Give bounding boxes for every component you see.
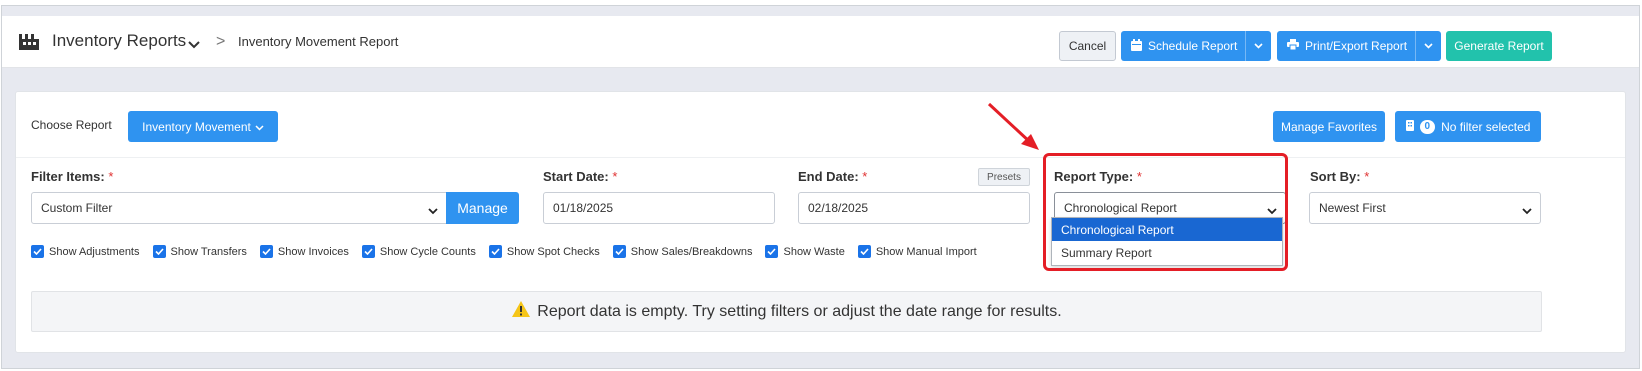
show-options: Show Adjustments Show Transfers Show Inv… bbox=[31, 245, 990, 258]
show-spot-checks-checkbox[interactable]: Show Spot Checks bbox=[488, 245, 600, 258]
schedule-dropdown-toggle[interactable] bbox=[1245, 31, 1271, 61]
manage-filter-button[interactable]: Manage bbox=[446, 192, 519, 224]
show-sales-breakdowns-checkbox[interactable]: Show Sales/Breakdowns bbox=[612, 245, 752, 258]
chevron-down-icon bbox=[1522, 204, 1532, 218]
show-adjustments-checkbox[interactable]: Show Adjustments bbox=[31, 245, 140, 258]
section-title[interactable]: Inventory Reports bbox=[52, 31, 186, 51]
presets-button[interactable]: Presets bbox=[978, 168, 1030, 186]
filter-icon bbox=[1405, 119, 1414, 134]
divider bbox=[16, 157, 1625, 158]
check-icon[interactable] bbox=[259, 245, 273, 258]
calendar-icon bbox=[1131, 38, 1142, 54]
check-icon[interactable] bbox=[361, 245, 375, 258]
show-manual-import-checkbox[interactable]: Show Manual Import bbox=[857, 245, 977, 258]
check-icon[interactable] bbox=[31, 245, 44, 258]
start-date-value: 01/18/2025 bbox=[553, 201, 614, 215]
empty-message-text: Report data is empty. Try setting filter… bbox=[537, 302, 1062, 320]
choose-report-dropdown[interactable]: Inventory Movement bbox=[128, 111, 278, 142]
filter-items-label: Filter Items: * bbox=[31, 169, 114, 184]
print-export-button[interactable]: Print/Export Report bbox=[1277, 31, 1441, 61]
sort-by-value: Newest First bbox=[1319, 201, 1386, 215]
factory-icon bbox=[18, 32, 40, 52]
breadcrumb-current: Inventory Movement Report bbox=[238, 34, 399, 49]
report-panel: Choose Report Inventory Movement Manage … bbox=[15, 91, 1626, 353]
end-date-label: End Date: * bbox=[798, 169, 868, 184]
end-date-input[interactable]: 02/18/2025 bbox=[798, 192, 1030, 224]
warning-icon bbox=[511, 300, 531, 323]
filter-items-value: Custom Filter bbox=[41, 201, 113, 215]
end-date-value: 02/18/2025 bbox=[808, 201, 869, 215]
print-dropdown-toggle[interactable] bbox=[1415, 31, 1441, 61]
check-icon[interactable] bbox=[152, 245, 166, 258]
print-export-label: Print/Export Report bbox=[1305, 39, 1408, 53]
cancel-button[interactable]: Cancel bbox=[1059, 31, 1116, 61]
annotation-arrow bbox=[987, 102, 1039, 150]
show-invoices-checkbox[interactable]: Show Invoices bbox=[259, 245, 349, 258]
breadcrumb-separator: > bbox=[216, 33, 226, 50]
printer-icon bbox=[1287, 39, 1299, 53]
empty-report-message: Report data is empty. Try setting filter… bbox=[31, 291, 1542, 332]
start-date-label: Start Date: * bbox=[543, 169, 618, 184]
show-waste-checkbox[interactable]: Show Waste bbox=[765, 245, 845, 258]
generate-report-button[interactable]: Generate Report bbox=[1446, 31, 1552, 61]
filter-count-badge: 0 bbox=[1419, 119, 1436, 134]
selected-report-label: Inventory Movement bbox=[142, 119, 251, 134]
check-icon[interactable] bbox=[612, 245, 626, 258]
schedule-report-label: Schedule Report bbox=[1148, 39, 1238, 53]
chevron-down-icon bbox=[428, 204, 438, 218]
app-frame: Inventory Reports > Inventory Movement R… bbox=[1, 5, 1640, 369]
show-transfers-checkbox[interactable]: Show Transfers bbox=[152, 245, 247, 258]
filter-items-select[interactable]: Custom Filter bbox=[31, 192, 447, 224]
chevron-down-icon[interactable] bbox=[188, 38, 200, 52]
check-icon[interactable] bbox=[857, 245, 871, 258]
filter-status-label: No filter selected bbox=[1441, 119, 1531, 134]
chevron-down-icon bbox=[255, 120, 264, 134]
sort-by-label: Sort By: * bbox=[1310, 169, 1370, 184]
check-icon[interactable] bbox=[488, 245, 502, 258]
start-date-input[interactable]: 01/18/2025 bbox=[543, 192, 775, 224]
choose-report-label: Choose Report bbox=[31, 118, 112, 132]
schedule-report-button[interactable]: Schedule Report bbox=[1121, 31, 1271, 61]
manage-favorites-button[interactable]: Manage Favorites bbox=[1273, 111, 1385, 142]
sort-by-select[interactable]: Newest First bbox=[1309, 192, 1541, 224]
annotation-highlight-box bbox=[1043, 153, 1288, 271]
header-bar: Inventory Reports > Inventory Movement R… bbox=[2, 16, 1639, 68]
filter-status-button[interactable]: 0 No filter selected bbox=[1395, 111, 1541, 142]
check-icon[interactable] bbox=[765, 245, 779, 258]
show-cycle-counts-checkbox[interactable]: Show Cycle Counts bbox=[361, 245, 476, 258]
